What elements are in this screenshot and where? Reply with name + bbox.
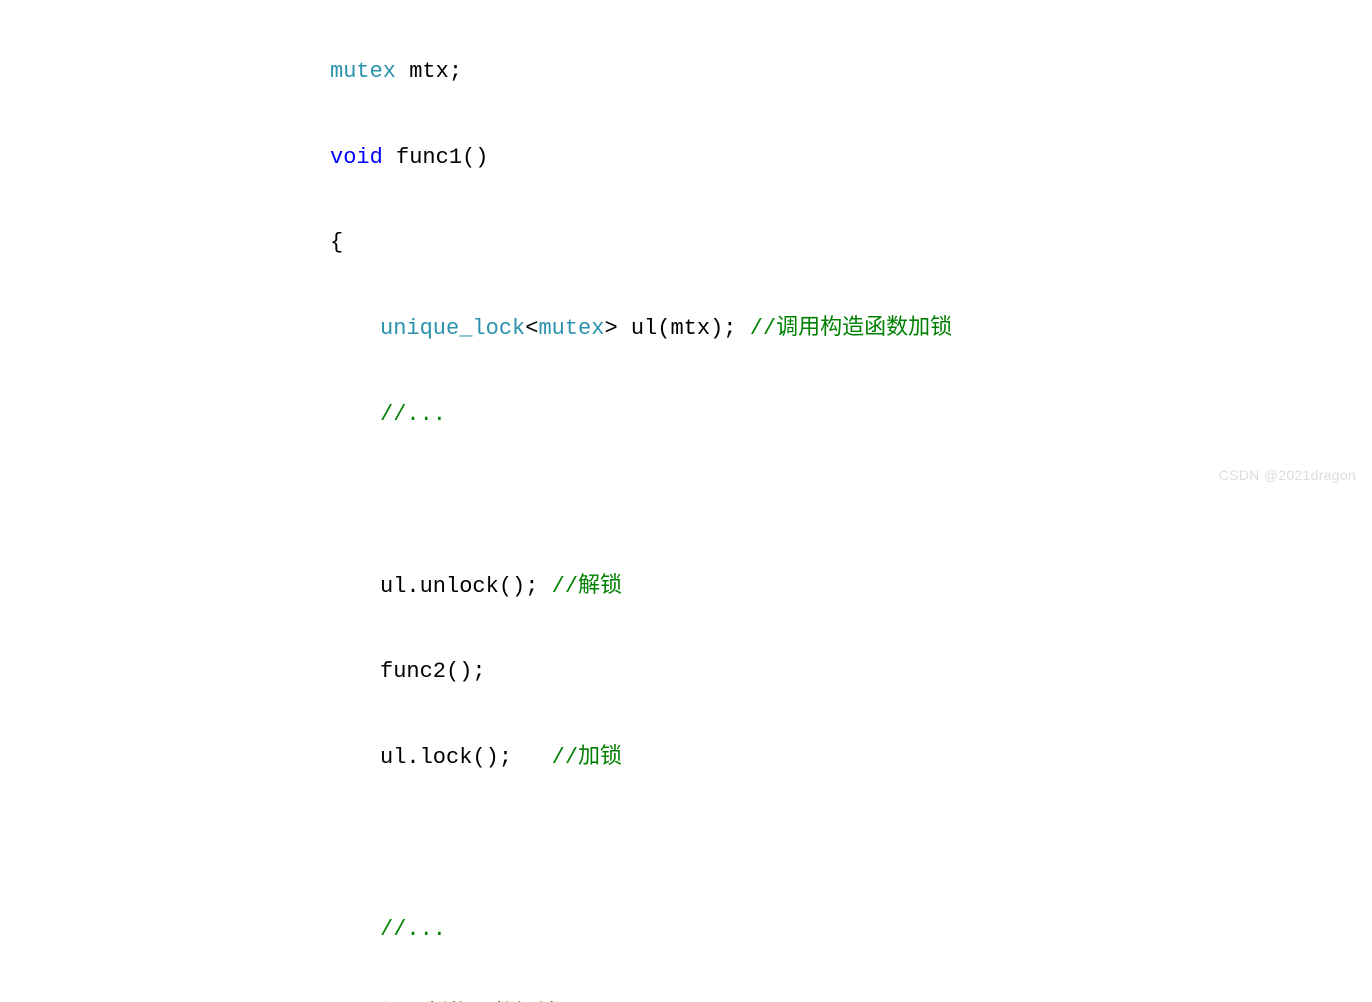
op-token: < bbox=[525, 316, 538, 341]
code-block: mutex mtx; void func1() { unique_lock<mu… bbox=[330, 8, 1372, 1002]
text-token bbox=[396, 59, 409, 84]
code-line: { bbox=[330, 222, 1372, 265]
op-token: > bbox=[604, 316, 630, 341]
comment-token: //... bbox=[380, 917, 446, 942]
code-line bbox=[330, 823, 1372, 866]
text-token: ul.unlock(); bbox=[380, 574, 552, 599]
blank-line bbox=[330, 831, 343, 856]
text-token: ul.lock(); bbox=[380, 745, 552, 770]
code-line: //... bbox=[330, 394, 1372, 437]
code-line: func2(); bbox=[330, 651, 1372, 694]
code-line: void func1() bbox=[330, 137, 1372, 180]
text-token bbox=[383, 145, 396, 170]
comment-token: //解锁 bbox=[552, 574, 622, 599]
comment-token: //... bbox=[380, 402, 446, 427]
code-line: unique_lock<mutex> ul(mtx); //调用构造函数加锁 bbox=[330, 308, 1372, 351]
brace-token: { bbox=[330, 230, 343, 255]
text-token: func2(); bbox=[380, 659, 486, 684]
text-token: ul(mtx); bbox=[631, 316, 750, 341]
type-token: mutex bbox=[538, 316, 604, 341]
code-line: //... bbox=[330, 909, 1372, 952]
comment-token: //调用构造函数加锁 bbox=[750, 316, 952, 341]
code-line: mutex mtx; bbox=[330, 51, 1372, 94]
text-token: mtx; bbox=[409, 59, 462, 84]
keyword-token: void bbox=[330, 145, 383, 170]
comment-token: //加锁 bbox=[552, 745, 622, 770]
code-line bbox=[330, 480, 1372, 523]
type-token: unique_lock bbox=[380, 316, 525, 341]
code-line: ul.lock(); //加锁 bbox=[330, 737, 1372, 780]
blank-line bbox=[330, 488, 343, 513]
type-token: mutex bbox=[330, 59, 396, 84]
code-line: } //调用析构函数解锁 bbox=[330, 994, 1372, 1002]
watermark: CSDN @2021dragon bbox=[1219, 462, 1356, 489]
code-line: ul.unlock(); //解锁 bbox=[330, 566, 1372, 609]
text-token: func1() bbox=[396, 145, 488, 170]
